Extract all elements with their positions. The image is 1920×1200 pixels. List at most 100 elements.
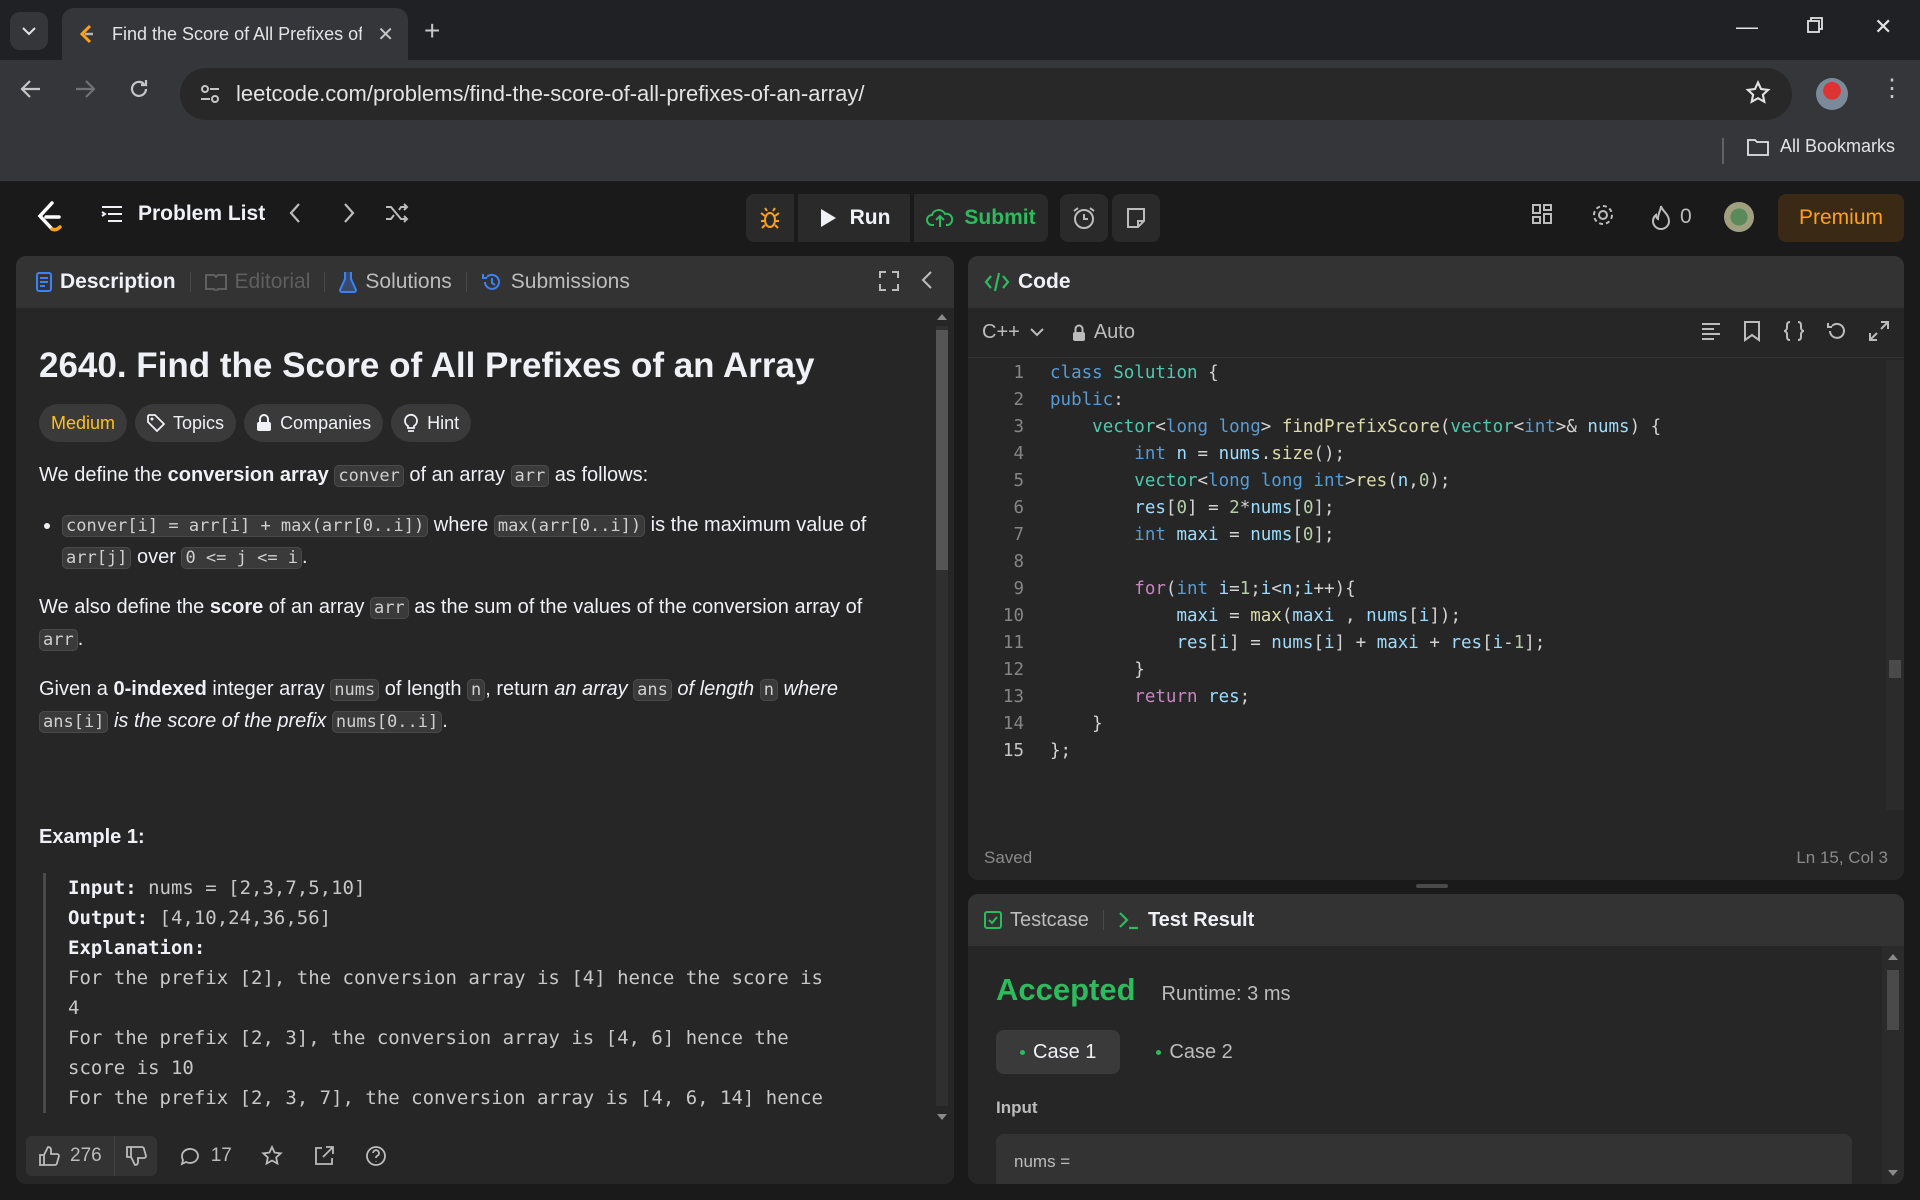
share-icon[interactable] xyxy=(312,1144,336,1168)
chrome-profile-avatar[interactable] xyxy=(1816,78,1848,110)
checkbox-icon xyxy=(984,911,1002,929)
braces-icon[interactable] xyxy=(1782,320,1806,342)
collapse-panel-icon[interactable] xyxy=(920,268,934,292)
code-editor[interactable]: 1 class Solution { 2 public: 3 vector<long… xyxy=(968,360,1884,810)
star-icon[interactable] xyxy=(260,1144,284,1168)
gear-icon xyxy=(1593,205,1613,225)
topics-button[interactable]: Topics xyxy=(135,404,237,442)
tab-test-result[interactable]: Test Result xyxy=(1118,909,1254,932)
case-1-tab[interactable]: Case 1 xyxy=(996,1030,1121,1074)
prev-problem-button[interactable] xyxy=(288,202,302,230)
scroll-down-icon[interactable] xyxy=(936,1112,948,1122)
explanation-line: For the prefix [2, 3], the conversion ar… xyxy=(68,1027,789,1049)
format-icon[interactable] xyxy=(1700,320,1722,342)
bookmark-icon[interactable] xyxy=(1742,320,1762,342)
layout-button[interactable] xyxy=(1530,202,1554,232)
language-select[interactable]: C++ xyxy=(982,321,1044,344)
code-text: return res; xyxy=(1134,687,1251,707)
scroll-up-icon[interactable] xyxy=(1887,952,1899,962)
notes-button[interactable] xyxy=(1112,194,1160,242)
address-bar[interactable]: leetcode.com/problems/find-the-score-of-… xyxy=(180,68,1792,120)
fullscreen-icon[interactable] xyxy=(878,270,900,292)
back-button[interactable] xyxy=(20,76,42,107)
streak-counter[interactable]: 0 xyxy=(1650,204,1692,230)
like-button[interactable]: 276 xyxy=(26,1145,114,1167)
dislike-button[interactable] xyxy=(113,1136,157,1176)
hint-button[interactable]: Hint xyxy=(391,404,472,442)
scroll-thumb[interactable] xyxy=(1889,660,1901,678)
restore-button[interactable] xyxy=(1806,14,1824,40)
output-value: [4,10,24,36,56] xyxy=(148,907,332,929)
comments-button[interactable]: 17 xyxy=(179,1145,232,1167)
scroll-down-icon[interactable] xyxy=(1887,1168,1899,1178)
code-line: 10 maxi = max(maxi , nums[i]); xyxy=(968,603,1884,630)
tab-testcase-label: Testcase xyxy=(1010,908,1089,931)
all-bookmarks-button[interactable]: All Bookmarks xyxy=(1746,136,1895,157)
description-footer: 276 17 xyxy=(16,1128,954,1184)
lightbulb-icon xyxy=(404,413,418,432)
code-text: res[0] = 2*nums[0]; xyxy=(1134,498,1335,518)
scroll-thumb[interactable] xyxy=(936,330,948,570)
code-line: 1 class Solution { xyxy=(968,360,1884,387)
settings-button[interactable] xyxy=(1590,202,1616,234)
panel-resize-handle[interactable] xyxy=(1416,884,1448,888)
companies-button[interactable]: Companies xyxy=(244,404,384,442)
submit-button[interactable]: Submit xyxy=(914,194,1048,242)
code-text: } xyxy=(1050,714,1103,734)
site-info-icon[interactable] xyxy=(198,82,222,106)
scroll-up-icon[interactable] xyxy=(936,312,948,322)
user-avatar[interactable] xyxy=(1724,202,1754,232)
bug-icon xyxy=(760,207,780,229)
browser-tab[interactable]: Find the Score of All Prefixes of ✕ xyxy=(62,8,408,60)
leetcode-favicon-icon xyxy=(79,24,93,44)
close-window-button[interactable]: ✕ xyxy=(1874,14,1892,40)
scroll-thumb[interactable] xyxy=(1887,970,1899,1030)
expand-icon[interactable] xyxy=(1868,320,1890,342)
editor-statusbar: Saved Ln 15, Col 3 xyxy=(968,836,1904,880)
autocomplete-mode[interactable]: Auto xyxy=(1072,321,1135,344)
text: as follows: xyxy=(549,464,649,486)
text: We define the xyxy=(39,464,168,486)
inline-code: nums xyxy=(330,679,380,701)
tab-close-icon[interactable]: ✕ xyxy=(377,22,394,47)
bookmark-star-icon[interactable] xyxy=(1744,79,1772,107)
minimize-button[interactable]: — xyxy=(1736,14,1758,40)
random-problem-button[interactable] xyxy=(384,202,410,230)
run-button[interactable]: Run xyxy=(798,194,910,242)
code-text: int maxi = nums[0]; xyxy=(1134,525,1335,545)
editor-scrollbar[interactable] xyxy=(1886,360,1904,810)
timer-button[interactable] xyxy=(1060,194,1108,242)
problem-list-button[interactable]: Problem List xyxy=(100,202,265,226)
description-scrollbar[interactable] xyxy=(930,308,954,1128)
chrome-menu-icon[interactable]: ⋮ xyxy=(1880,74,1904,103)
code-line: 6 res[0] = 2*nums[0]; xyxy=(968,495,1884,522)
tab-editorial-label: Editorial xyxy=(234,270,311,293)
italic-text: an array xyxy=(554,678,634,700)
code-line: 7 int maxi = nums[0]; xyxy=(968,522,1884,549)
next-problem-button[interactable] xyxy=(342,202,356,230)
reset-icon[interactable] xyxy=(1826,320,1848,342)
line-number: 2 xyxy=(1013,390,1024,410)
tab-submissions[interactable]: Submissions xyxy=(481,270,630,294)
code-icon xyxy=(984,272,1010,292)
debug-button[interactable] xyxy=(746,194,794,242)
tab-editorial[interactable]: Editorial xyxy=(204,270,311,294)
tab-description[interactable]: Description xyxy=(36,270,176,294)
inline-code: nums[0..i] xyxy=(331,711,443,733)
new-tab-button[interactable]: + xyxy=(424,14,440,48)
leetcode-logo-icon[interactable] xyxy=(34,200,64,234)
test-scrollbar[interactable] xyxy=(1882,946,1904,1184)
help-icon[interactable] xyxy=(364,1144,388,1168)
tab-search-button[interactable] xyxy=(10,12,48,50)
text: as the sum of the values of the conversi… xyxy=(408,596,863,618)
tab-submissions-label: Submissions xyxy=(510,270,630,293)
editor-actions xyxy=(1700,320,1890,342)
fire-icon xyxy=(1651,205,1671,230)
case-2-tab[interactable]: Case 2 xyxy=(1132,1030,1256,1074)
forward-button[interactable] xyxy=(74,76,96,107)
tab-solutions[interactable]: Solutions xyxy=(339,270,452,294)
premium-button[interactable]: Premium xyxy=(1778,194,1904,242)
tab-testcase[interactable]: Testcase xyxy=(984,909,1089,932)
description-tabs: Description Editorial Solutions Submissi… xyxy=(16,256,954,308)
reload-button[interactable] xyxy=(128,76,150,107)
